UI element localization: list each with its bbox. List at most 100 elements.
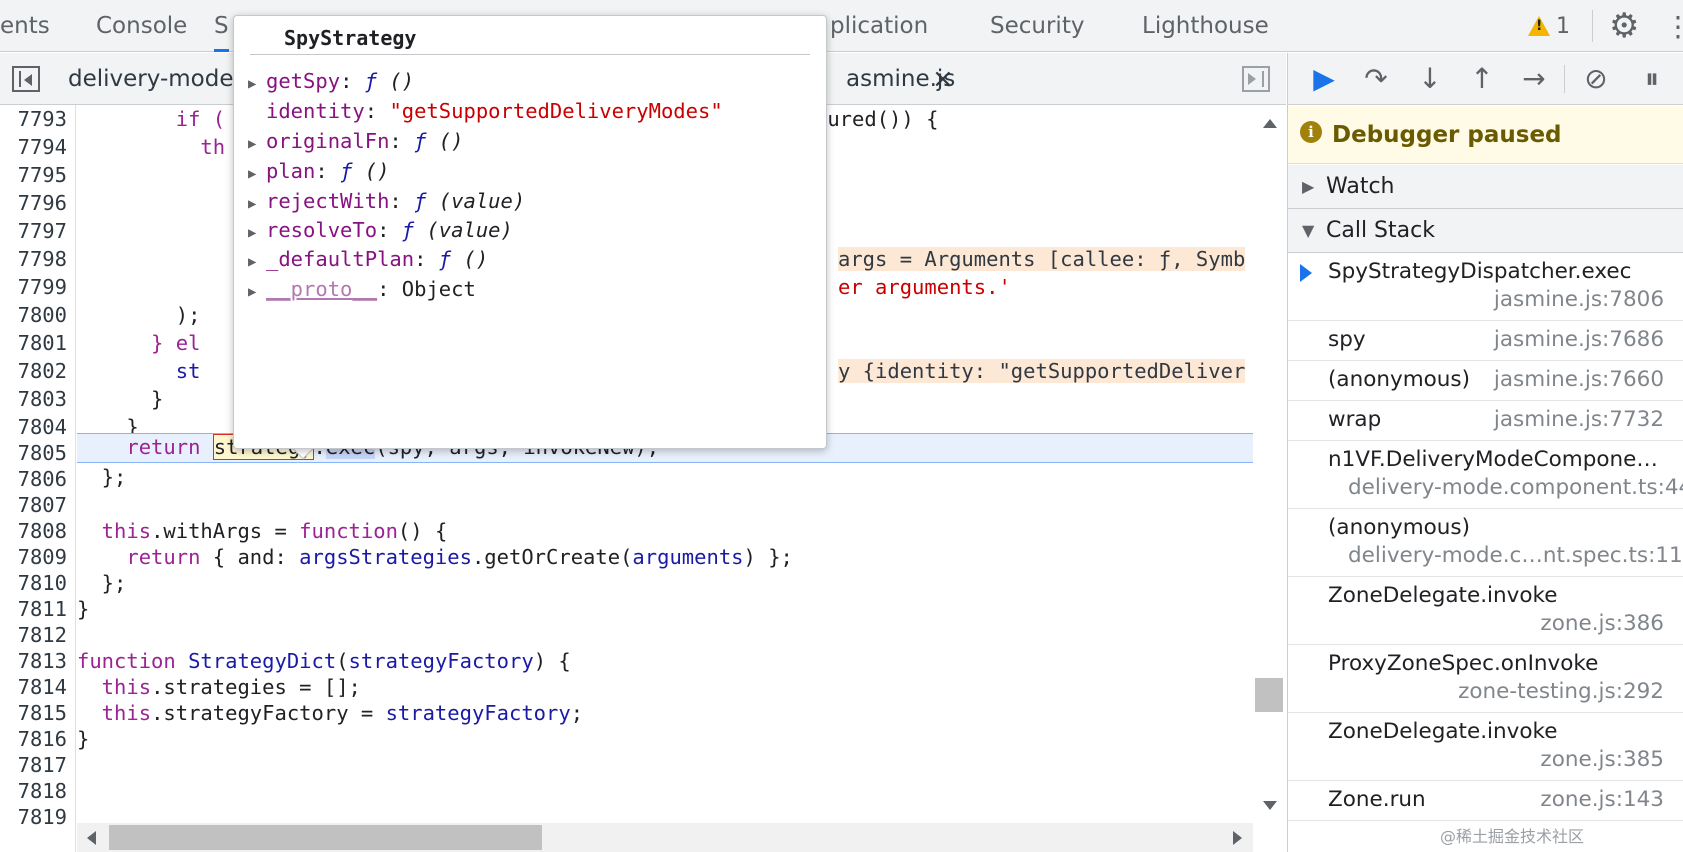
step-over-icon[interactable]: ↷	[1358, 61, 1394, 97]
popover-property-resolveto[interactable]: ▶ resolveTo: ƒ (value)	[248, 215, 513, 245]
call-frame[interactable]: (anonymous) delivery-mode.c…nt.spec.ts:11…	[1288, 509, 1683, 577]
scrollbar-thumb[interactable]	[1255, 678, 1283, 712]
step-into-icon[interactable]: ↓	[1412, 61, 1448, 97]
line-number[interactable]: 7803	[0, 385, 67, 413]
tab-application[interactable]: plication	[830, 0, 928, 52]
line-number[interactable]: 7795	[0, 161, 67, 189]
horizontal-scrollbar[interactable]	[77, 823, 1253, 852]
code-token: ) };	[743, 545, 793, 569]
toggle-debugger-icon[interactable]	[1242, 66, 1270, 92]
line-number[interactable]: 7819	[0, 803, 67, 831]
expand-arrow-icon[interactable]: ▶	[248, 129, 266, 159]
step-out-icon[interactable]: ↑	[1464, 61, 1500, 97]
call-frame-current[interactable]: SpyStrategyDispatcher.exec jasmine.js:780…	[1288, 253, 1683, 321]
popover-property-rejectwith[interactable]: ▶ rejectWith: ƒ (value)	[248, 186, 525, 216]
line-number[interactable]: 7794	[0, 133, 67, 161]
call-frame-location[interactable]: jasmine.js:7686	[1494, 327, 1664, 352]
call-frame[interactable]: ProxyZoneSpec.onInvoke zone-testing.js:29…	[1288, 645, 1683, 713]
deactivate-breakpoints-icon[interactable]: ⊘	[1578, 61, 1614, 97]
expand-arrow-icon[interactable]: ▶	[248, 159, 266, 189]
call-frame-location[interactable]: zone.js:143	[1540, 787, 1664, 812]
gear-icon[interactable]: ⚙	[1609, 8, 1639, 44]
line-number[interactable]: 7798	[0, 245, 67, 273]
call-frame[interactable]: (anonymous) jasmine.js:7660	[1288, 361, 1683, 401]
line-number[interactable]: 7802	[0, 357, 67, 385]
line-number[interactable]: 7811	[0, 595, 67, 623]
scroll-left-arrow-icon[interactable]	[87, 831, 96, 845]
call-frame[interactable]: ZoneDelegate.invoke zone.js:386	[1288, 577, 1683, 645]
line-number[interactable]: 7796	[0, 189, 67, 217]
line-number[interactable]: 7814	[0, 673, 67, 701]
popover-property-defaultplan[interactable]: ▶ _defaultPlan: ƒ ()	[248, 244, 488, 274]
call-frame[interactable]: n1VF.DeliveryModeCompone… delivery-mode.c…	[1288, 441, 1683, 509]
toggle-navigator-icon[interactable]	[12, 66, 40, 92]
line-number[interactable]: 7806	[0, 465, 67, 493]
line-number[interactable]: 7808	[0, 517, 67, 545]
property-key: resolveTo	[266, 218, 378, 242]
call-frame[interactable]: ZoneDelegate.invoke zone.js:385	[1288, 713, 1683, 781]
line-number[interactable]: 7804	[0, 413, 67, 441]
line-number[interactable]: 7812	[0, 621, 67, 649]
line-number[interactable]: 7818	[0, 777, 67, 805]
call-frame-location[interactable]: zone.js:385	[1540, 747, 1664, 772]
line-number[interactable]: 7800	[0, 301, 67, 329]
function-glyph: ƒ	[364, 69, 378, 93]
scrollbar-thumb[interactable]	[109, 825, 542, 850]
step-icon[interactable]: →	[1516, 61, 1552, 97]
line-number[interactable]: 7817	[0, 751, 67, 779]
call-frame[interactable]: spy jasmine.js:7686	[1288, 321, 1683, 361]
watch-section-header[interactable]: ▶ Watch	[1288, 165, 1683, 209]
expand-arrow-icon[interactable]: ▶	[248, 277, 266, 307]
tab-security[interactable]: Security	[990, 0, 1084, 52]
line-number[interactable]: 7801	[0, 329, 67, 357]
call-frame[interactable]: Zone.run zone.js:143	[1288, 781, 1683, 821]
line-number[interactable]: 7799	[0, 273, 67, 301]
code-line-7809: this.withArgs = function() {	[77, 517, 1253, 545]
tab-elements[interactable]: ents	[0, 0, 50, 52]
call-frame-location[interactable]: jasmine.js:7660	[1494, 367, 1664, 392]
line-number[interactable]: 7797	[0, 217, 67, 245]
popover-property-identity[interactable]: identity: "getSupportedDeliveryModes"	[248, 96, 723, 126]
expand-arrow-icon[interactable]: ▶	[248, 69, 266, 99]
line-number[interactable]: 7807	[0, 491, 67, 519]
call-frame-location[interactable]: jasmine.js:7806	[1494, 287, 1664, 312]
more-options-icon[interactable]: ⋮	[1664, 10, 1683, 43]
vertical-scrollbar[interactable]	[1253, 105, 1286, 823]
popover-property-plan[interactable]: ▶ plan: ƒ ()	[248, 156, 389, 186]
call-frame-location[interactable]: zone-testing.js:292	[1458, 679, 1664, 704]
pause-on-exceptions-icon[interactable]: ⏸	[1634, 61, 1670, 97]
code-line-7811: };	[77, 569, 1253, 597]
object-preview-popover[interactable]: SpyStrategy ▶ getSpy: ƒ () identity: "get…	[233, 15, 827, 449]
popover-property-getspy[interactable]: ▶ getSpy: ƒ ()	[248, 66, 414, 96]
call-frame[interactable]: wrap jasmine.js:7732	[1288, 401, 1683, 441]
scroll-up-arrow-icon[interactable]	[1263, 119, 1277, 128]
line-number[interactable]: 7805	[0, 439, 67, 467]
warnings-counter[interactable]: 1	[1528, 10, 1570, 42]
popover-divider	[250, 54, 810, 55]
call-frame-location[interactable]: delivery-mode.component.ts:44	[1348, 475, 1683, 500]
expand-arrow-icon[interactable]: ▶	[248, 247, 266, 277]
tab-console[interactable]: Console	[96, 0, 187, 52]
line-number[interactable]: 7793	[0, 105, 67, 133]
scroll-right-arrow-icon[interactable]	[1233, 831, 1242, 845]
line-number[interactable]: 7810	[0, 569, 67, 597]
line-number-gutter[interactable]: 7793 7794 7795 7796 7797 7798 7799 7800 7801 7802…	[0, 105, 76, 852]
resume-icon[interactable]: ▶	[1306, 61, 1342, 97]
code-token: (	[336, 649, 349, 673]
close-tab-icon[interactable]: ×	[932, 53, 954, 105]
call-frame-location[interactable]: jasmine.js:7732	[1494, 407, 1664, 432]
line-number[interactable]: 7816	[0, 725, 67, 753]
popover-property-proto[interactable]: ▶ __proto__: Object	[248, 274, 476, 304]
call-frame-location[interactable]: zone.js:386	[1540, 611, 1664, 636]
scroll-down-arrow-icon[interactable]	[1263, 801, 1277, 810]
call-frame-location[interactable]: delivery-mode.c…nt.spec.ts:118	[1348, 543, 1683, 568]
line-number[interactable]: 7815	[0, 699, 67, 727]
popover-property-originalfn[interactable]: ▶ originalFn: ƒ ()	[248, 126, 463, 156]
line-number[interactable]: 7813	[0, 647, 67, 675]
tab-lighthouse[interactable]: Lighthouse	[1142, 0, 1269, 52]
call-stack-section-header[interactable]: ▼ Call Stack	[1288, 209, 1683, 253]
editor-tab-delivery-mode[interactable]: delivery-mode.c	[68, 53, 253, 105]
line-number[interactable]: 7809	[0, 543, 67, 571]
tab-sources[interactable]: S	[214, 0, 229, 52]
toolbar-divider	[1564, 65, 1565, 93]
